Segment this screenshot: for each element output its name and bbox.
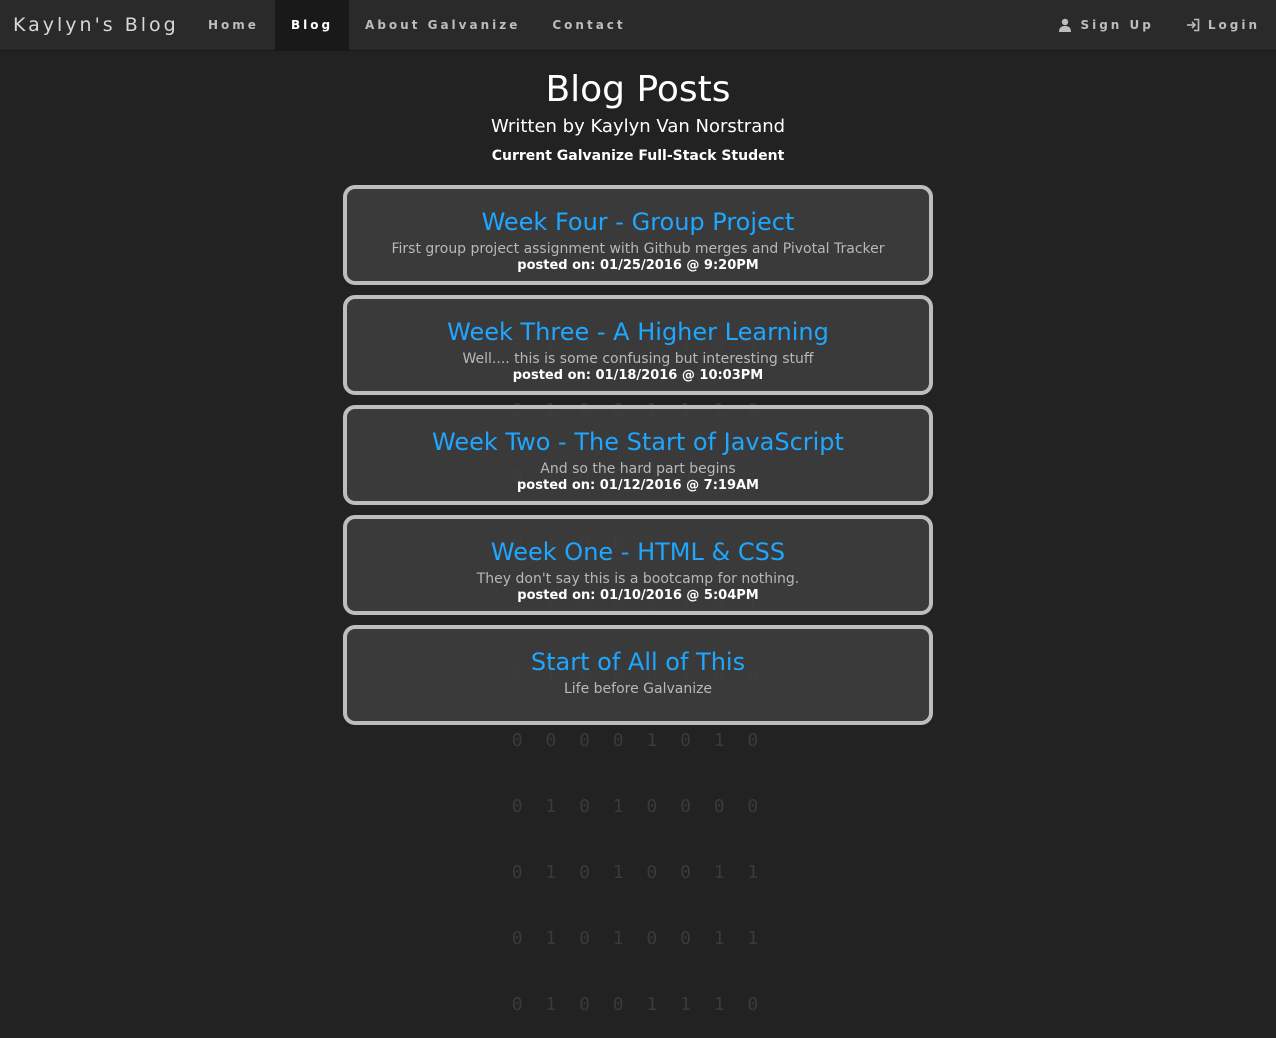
blog-post-list: Week Four - Group Project First group pr… bbox=[343, 185, 933, 735]
page-header: Blog Posts Written by Kaylyn Van Norstra… bbox=[0, 66, 1276, 168]
post-summary: Life before Galvanize bbox=[563, 681, 713, 697]
post-date: posted on: 01/25/2016 @ 9:20PM bbox=[517, 258, 759, 273]
login-label: Login bbox=[1207, 18, 1260, 32]
sign-up-link[interactable]: Sign Up bbox=[1058, 0, 1169, 50]
post-card[interactable]: Week Two - The Start of JavaScript And s… bbox=[343, 405, 933, 505]
post-summary: And so the hard part begins bbox=[540, 461, 736, 477]
login-link[interactable]: Login bbox=[1186, 0, 1276, 50]
nav-home[interactable]: Home bbox=[192, 0, 275, 50]
account-nav: Sign Up Login bbox=[1042, 0, 1276, 50]
post-summary: Well.... this is some confusing but inte… bbox=[462, 351, 814, 367]
post-summary: First group project assignment with Gith… bbox=[391, 241, 885, 257]
user-icon bbox=[1059, 18, 1072, 32]
post-title-link[interactable]: Start of All of This bbox=[347, 647, 929, 677]
post-card[interactable]: Week One - HTML & CSS They don't say thi… bbox=[343, 515, 933, 615]
author-byline: Written by Kaylyn Van Norstrand bbox=[490, 116, 786, 137]
post-card[interactable]: Start of All of This Life before Galvani… bbox=[343, 625, 933, 725]
brand-logo-text[interactable]: Kaylyn's Blog bbox=[13, 0, 179, 50]
top-navbar: Kaylyn's Blog Home Blog About Galvanize … bbox=[0, 0, 1276, 51]
author-tagline: Current Galvanize Full-Stack Student bbox=[491, 148, 785, 164]
binary-line: 0 1 0 1 0 0 0 0 bbox=[511, 796, 765, 817]
post-title-link[interactable]: Week Four - Group Project bbox=[347, 207, 929, 237]
login-icon bbox=[1186, 18, 1200, 32]
post-title-link[interactable]: Week One - HTML & CSS bbox=[347, 537, 929, 567]
binary-line: 0 1 0 1 0 0 1 1 bbox=[511, 928, 765, 949]
sign-up-label: Sign Up bbox=[1080, 18, 1154, 32]
post-date: posted on: 01/10/2016 @ 5:04PM bbox=[517, 588, 759, 603]
nav-blog[interactable]: Blog bbox=[274, 0, 350, 50]
post-date: posted on: 01/12/2016 @ 7:19AM bbox=[517, 478, 759, 493]
post-title-link[interactable]: Week Two - The Start of JavaScript bbox=[347, 427, 929, 457]
post-summary: They don't say this is a bootcamp for no… bbox=[476, 571, 800, 587]
page-title: Blog Posts bbox=[545, 69, 731, 110]
post-title-link[interactable]: Week Three - A Higher Learning bbox=[347, 317, 929, 347]
nav-about-galvanize[interactable]: About Galvanize bbox=[349, 0, 536, 50]
binary-line: 0 1 0 1 0 0 1 1 bbox=[511, 862, 765, 883]
nav-contact[interactable]: Contact bbox=[536, 0, 641, 50]
post-card[interactable]: Week Four - Group Project First group pr… bbox=[343, 185, 933, 285]
main-nav: Home Blog About Galvanize Contact bbox=[192, 0, 642, 50]
binary-line: 0 1 0 0 1 1 1 0 bbox=[511, 994, 765, 1015]
post-date: posted on: 01/18/2016 @ 10:03PM bbox=[512, 368, 764, 383]
post-card[interactable]: Week Three - A Higher Learning Well.... … bbox=[343, 295, 933, 395]
